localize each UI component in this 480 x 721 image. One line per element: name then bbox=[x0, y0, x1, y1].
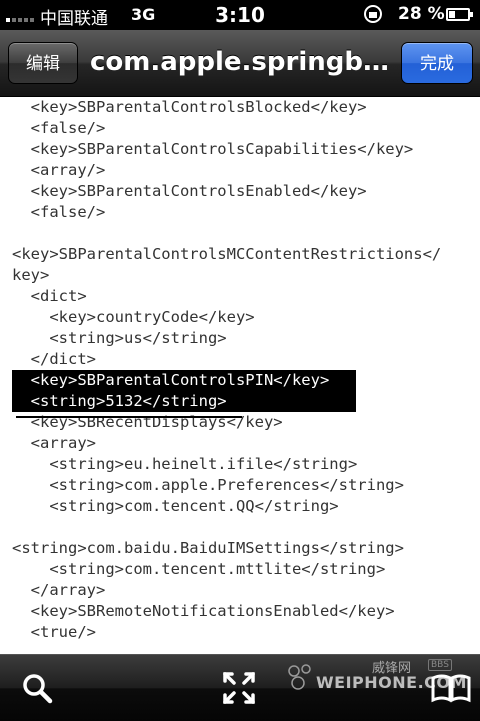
code-line: <string>eu.heinelt.ifile</string> bbox=[12, 455, 358, 473]
code-line: <array> bbox=[12, 434, 96, 452]
code-line: key> bbox=[12, 266, 50, 284]
code-line: <false/> bbox=[12, 203, 106, 221]
code-line: <string>us</string> bbox=[12, 329, 227, 347]
bottom-toolbar: 威锋网 BBS WEIPHONE.COM bbox=[0, 654, 480, 721]
battery-icon bbox=[446, 8, 473, 21]
code-line: <key>SBParentalControlsBlocked</key> bbox=[12, 98, 367, 116]
rotation-lock-icon bbox=[364, 5, 382, 23]
highlighted-code-line: <string>5132</string> bbox=[12, 391, 356, 412]
battery-percent: 28 % bbox=[398, 4, 445, 24]
code-line: <key>SBParentalControlsMCContentRestrict… bbox=[12, 245, 442, 263]
code-line: <string>com.apple.Preferences</string> bbox=[12, 476, 404, 494]
file-title: com.apple.springb… bbox=[90, 47, 389, 77]
code-line: </array> bbox=[12, 581, 106, 599]
edit-button[interactable]: 编辑 bbox=[8, 42, 78, 84]
code-line: </dict> bbox=[12, 350, 96, 368]
code-line: <dict> bbox=[12, 287, 87, 305]
code-line: <key>SBParentalControlsEnabled</key> bbox=[12, 182, 367, 200]
code-line: <string>com.tencent.QQ</string> bbox=[12, 497, 339, 515]
highlighted-code-line: <key>SBParentalControlsPIN</key> bbox=[12, 370, 356, 391]
watermark-logo-icon bbox=[284, 661, 320, 697]
code-line: <key>SBParentalControlsCapabilities</key… bbox=[12, 140, 414, 158]
code-line: <key>SBRemoteNotificationsEnabled</key> bbox=[12, 602, 395, 620]
plist-text-view[interactable]: <key>SBParentalControlsBlocked</key> <fa… bbox=[0, 97, 480, 654]
code-line: <key>countryCode</key> bbox=[12, 308, 255, 326]
code-line: <string>com.tencent.mttlite</string> bbox=[12, 560, 386, 578]
done-button[interactable]: 完成 bbox=[401, 42, 473, 84]
code-line: <string>com.baidu.BaiduIMSettings</strin… bbox=[12, 539, 404, 557]
code-line: <array/> bbox=[12, 161, 106, 179]
fullscreen-icon[interactable] bbox=[216, 665, 262, 711]
navigation-bar: 编辑 com.apple.springb… 完成 bbox=[0, 30, 480, 97]
code-line: <true/> bbox=[12, 623, 96, 641]
handdrawn-underline bbox=[16, 416, 242, 418]
status-bar: 中国联通 3G 3:10 28 % bbox=[0, 0, 480, 30]
bookmarks-icon[interactable] bbox=[428, 665, 474, 711]
search-icon[interactable] bbox=[14, 665, 60, 711]
code-line: <false/> bbox=[12, 119, 106, 137]
